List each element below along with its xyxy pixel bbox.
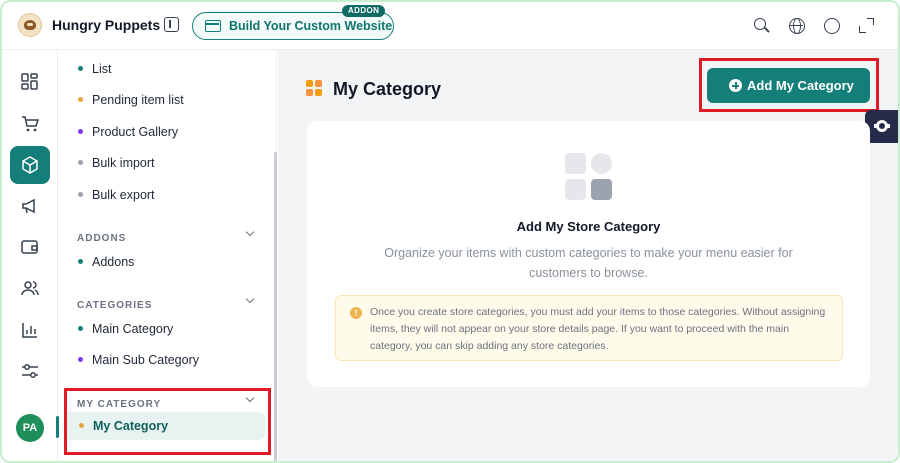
sidebar-item-label: Main Sub Category: [92, 353, 200, 367]
section-addons-label: ADDONS: [77, 233, 127, 244]
sidebar-item-label: Main Category: [92, 322, 174, 336]
settings-sliders-icon[interactable]: [10, 353, 50, 389]
icon-rail: PA: [2, 50, 59, 461]
cart-icon[interactable]: [10, 106, 50, 142]
brand-name: Hungry Puppets: [52, 17, 161, 33]
bullet-dot: [78, 326, 83, 331]
megaphone-icon[interactable]: [10, 188, 50, 224]
sidebar-toggle-icon[interactable]: [164, 17, 179, 32]
top-header: Hungry Puppets Build Your Custom Website…: [2, 2, 898, 50]
globe-icon[interactable]: [789, 18, 805, 34]
users-icon[interactable]: [10, 270, 50, 306]
website-icon: [205, 20, 221, 32]
bullet-dot: [78, 259, 83, 264]
addon-badge: ADDON: [342, 5, 386, 17]
sidebar-item-addons[interactable]: Addons: [75, 250, 265, 274]
bullet-dot: [78, 129, 83, 134]
expand-icon[interactable]: [859, 18, 875, 34]
section-categories-header[interactable]: CATEGORIES: [77, 294, 257, 311]
highlight-box: [64, 388, 271, 455]
search-icon[interactable]: [754, 18, 770, 34]
bullet-dot: [78, 66, 83, 71]
sidebar-item-label: Product Gallery: [92, 125, 179, 139]
info-notice-text: Once you create store categories, you mu…: [370, 306, 826, 352]
chat-icon[interactable]: [824, 18, 840, 34]
grid-placeholder-icon: [565, 153, 613, 201]
empty-state-description: Organize your items with custom categori…: [384, 246, 793, 280]
dashboard-icon[interactable]: [10, 64, 50, 100]
build-website-label: Build Your Custom Website: [229, 19, 393, 33]
brand-logo: [18, 13, 42, 37]
sidebar-item-label: Bulk export: [92, 188, 155, 202]
section-addons-header[interactable]: ADDONS: [77, 227, 257, 244]
avatar[interactable]: PA: [16, 414, 44, 442]
section-categories-label: CATEGORIES: [77, 300, 153, 311]
category-icon: [306, 80, 324, 98]
sidebar-item-main-sub-category[interactable]: Main Sub Category: [75, 348, 265, 372]
bullet-dot: [78, 357, 83, 362]
chart-icon[interactable]: [10, 312, 50, 348]
sidebar-scrollbar[interactable]: [274, 152, 277, 461]
highlight-box: [699, 58, 879, 112]
sidebar-item-product-gallery[interactable]: Product Gallery: [75, 120, 265, 144]
sidebar-item-list[interactable]: List: [75, 57, 265, 81]
sidebar-item-label: Pending item list: [92, 93, 184, 107]
bullet-dot: [78, 97, 83, 102]
bullet-dot: [78, 192, 83, 197]
info-icon: !: [350, 307, 362, 319]
chevron-down-icon: [245, 294, 255, 304]
box-icon[interactable]: [10, 146, 50, 184]
wallet-icon[interactable]: [10, 229, 50, 265]
sidebar-item-bulk-export[interactable]: Bulk export: [75, 183, 265, 207]
app-window: Hungry Puppets Build Your Custom Website…: [0, 0, 900, 463]
bullet-dot: [78, 160, 83, 165]
sidebar-item-pending-item-list[interactable]: Pending item list: [75, 88, 265, 112]
sidebar-item-bulk-import[interactable]: Bulk import: [75, 151, 265, 175]
chevron-down-icon: [245, 227, 255, 237]
info-notice: ! Once you create store categories, you …: [335, 295, 843, 361]
sidebar-item-main-category[interactable]: Main Category: [75, 317, 265, 341]
sidebar-item-label: Addons: [92, 255, 135, 269]
gear-icon: [874, 120, 890, 132]
sidebar-item-label: List: [92, 62, 112, 76]
page-title: My Category: [333, 79, 442, 99]
sidebar-item-label: Bulk import: [92, 156, 155, 170]
empty-state-title: Add My Store Category: [516, 219, 661, 234]
